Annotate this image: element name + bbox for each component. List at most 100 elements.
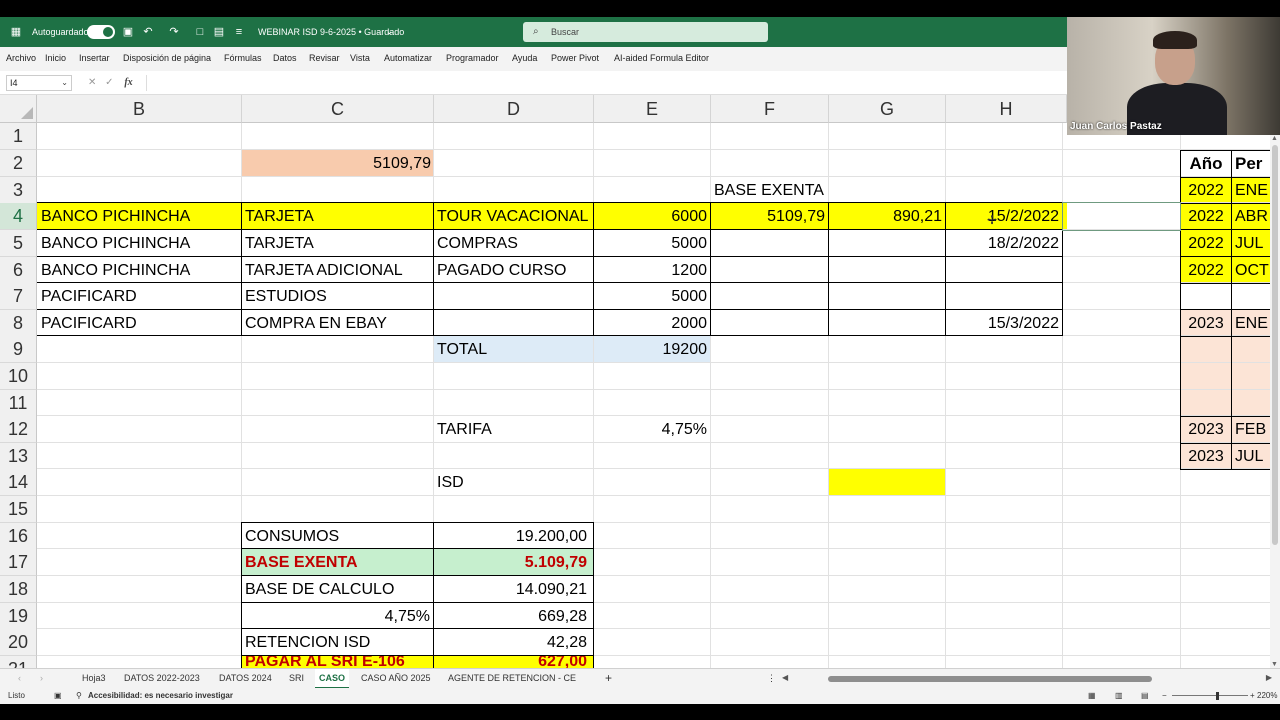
column-header-d[interactable]: D xyxy=(434,95,594,123)
row-header[interactable]: 12 xyxy=(0,416,37,443)
menu-programador[interactable]: Programador xyxy=(446,47,499,71)
side-period[interactable]: ENE xyxy=(1232,310,1270,337)
cell-d12[interactable]: TARIFA xyxy=(434,416,593,443)
row-header[interactable]: 2 xyxy=(0,150,37,177)
cell-d4[interactable]: TOUR VACACIONAL xyxy=(434,203,593,230)
picture-icon[interactable]: ▤ xyxy=(212,25,226,39)
cell-d14[interactable]: ISD xyxy=(434,469,593,496)
cell-g4[interactable]: 890,21 xyxy=(829,203,945,230)
accessibility-status[interactable]: Accesibilidad: es necesario investigar xyxy=(88,688,233,704)
name-box[interactable]: I4 ⌄ xyxy=(6,75,72,91)
cell-h5[interactable]: 18/2/2022 xyxy=(946,230,1062,257)
zoom-level[interactable]: 220% xyxy=(1257,688,1277,704)
cell-d19[interactable]: 669,28 xyxy=(434,603,593,630)
cell-c21[interactable]: PAGAR AL SRI E-106 xyxy=(242,656,433,668)
cell-c19[interactable]: 4,75% xyxy=(242,603,433,630)
cell-d9[interactable]: TOTAL xyxy=(434,336,593,363)
menu-vista[interactable]: Vista xyxy=(350,47,370,71)
cell-d20[interactable]: 42,28 xyxy=(434,629,593,656)
menu-inicio[interactable]: Inicio xyxy=(45,47,66,71)
cell-c20[interactable]: RETENCION ISD xyxy=(242,629,433,656)
next-sheet-icon[interactable]: › xyxy=(36,669,47,689)
column-header-h[interactable]: H xyxy=(946,95,1067,123)
scroll-down-icon[interactable]: ▼ xyxy=(1271,661,1278,668)
sheet-tab-agente-retencion[interactable]: AGENTE DE RETENCION - CE xyxy=(444,669,580,689)
side-period[interactable]: FEB xyxy=(1232,416,1270,443)
row-header[interactable]: 5 xyxy=(0,230,37,257)
sheet-tab-sri[interactable]: SRI xyxy=(285,669,308,689)
row-header[interactable]: 16 xyxy=(0,523,37,550)
row-header[interactable]: 19 xyxy=(0,603,37,630)
cell-b7[interactable]: PACIFICARD xyxy=(38,283,241,310)
cell-c6[interactable]: TARJETA ADICIONAL xyxy=(242,257,433,284)
zoom-out-icon[interactable]: − xyxy=(1162,688,1167,704)
sheet-tab-datos-2024[interactable]: DATOS 2024 xyxy=(215,669,276,689)
menu-datos[interactable]: Datos xyxy=(273,47,297,71)
side-year[interactable]: 2023 xyxy=(1181,443,1231,470)
menu-automatizar[interactable]: Automatizar xyxy=(384,47,432,71)
cancel-icon[interactable]: ✕ xyxy=(88,77,96,88)
row-header[interactable]: 13 xyxy=(0,443,37,470)
save-icon[interactable]: ▣ xyxy=(121,25,135,39)
horizontal-scroll-thumb[interactable] xyxy=(828,676,1152,682)
cell-d16[interactable]: 19.200,00 xyxy=(434,523,593,550)
cell-d21[interactable]: 627,00 xyxy=(434,656,593,668)
cell-h8[interactable]: 15/3/2022 xyxy=(946,310,1062,337)
sheet-tab-caso-ano-2025[interactable]: CASO AÑO 2025 xyxy=(357,669,435,689)
zoom-slider-knob[interactable] xyxy=(1216,692,1219,700)
cell-c2[interactable]: 5109,79 xyxy=(242,150,434,177)
cell-c17[interactable]: BASE EXENTA xyxy=(242,549,433,576)
chevron-down-icon[interactable]: ⌄ xyxy=(386,17,393,47)
scroll-left-icon[interactable]: ◀ xyxy=(782,673,788,682)
row-header[interactable]: 20 xyxy=(0,629,37,656)
cell-b4[interactable]: BANCO PICHINCHA xyxy=(38,203,241,230)
cell-e6[interactable]: 1200 xyxy=(594,257,710,284)
cell-c8[interactable]: COMPRA EN EBAY xyxy=(242,310,433,337)
redo-icon[interactable]: ↷ xyxy=(167,25,181,39)
side-year[interactable]: 2022 xyxy=(1181,257,1231,284)
side-period[interactable]: OCT xyxy=(1232,257,1270,284)
side-header-year[interactable]: Año xyxy=(1181,150,1231,177)
cell-b8[interactable]: PACIFICARD xyxy=(38,310,241,337)
cell-e8[interactable]: 2000 xyxy=(594,310,710,337)
accessibility-icon[interactable]: ⚲ xyxy=(76,688,82,704)
selected-cell-i4[interactable] xyxy=(1062,202,1181,231)
scroll-up-icon[interactable]: ▲ xyxy=(1271,135,1278,142)
cell-d6[interactable]: PAGADO CURSO xyxy=(434,257,593,284)
menu-revisar[interactable]: Revisar xyxy=(309,47,340,71)
new-document-icon[interactable]: □ xyxy=(193,25,207,39)
menu-ai-formula-editor[interactable]: AI-aided Formula Editor xyxy=(614,47,709,71)
side-year[interactable]: 2023 xyxy=(1181,416,1231,443)
sheet-tab-hoja3[interactable]: Hoja3 xyxy=(78,669,110,689)
row-header[interactable]: 1 xyxy=(0,123,37,150)
cell-e5[interactable]: 5000 xyxy=(594,230,710,257)
prev-sheet-icon[interactable]: ‹ xyxy=(14,669,25,689)
add-sheet-icon[interactable]: + xyxy=(601,669,616,689)
menu-formulas[interactable]: Fórmulas xyxy=(224,47,262,71)
spreadsheet-grid[interactable]: B C D E F G H 1 2 3 4 5 6 7 8 9 10 11 12… xyxy=(0,95,1270,668)
confirm-icon[interactable]: ✓ xyxy=(105,77,113,88)
column-header-b[interactable]: B xyxy=(37,95,242,123)
column-header-g[interactable]: G xyxy=(829,95,946,123)
page-layout-icon[interactable]: ▥ xyxy=(1115,688,1123,704)
side-year[interactable]: 2022 xyxy=(1181,230,1231,257)
zoom-in-icon[interactable]: + xyxy=(1250,688,1255,704)
row-header[interactable]: 10 xyxy=(0,363,37,390)
side-period[interactable]: JUL xyxy=(1232,230,1270,257)
cell-c4[interactable]: TARJETA xyxy=(242,203,433,230)
side-year[interactable]: 2022 xyxy=(1181,177,1231,204)
cell-b6[interactable]: BANCO PICHINCHA xyxy=(38,257,241,284)
normal-view-icon[interactable]: ▦ xyxy=(1088,688,1096,704)
search-box[interactable]: ⌕ Buscar xyxy=(523,22,768,42)
column-header-e[interactable]: E xyxy=(594,95,711,123)
horizontal-scrollbar[interactable]: ◀ ▶ xyxy=(782,673,1272,684)
menu-ayuda[interactable]: Ayuda xyxy=(512,47,537,71)
row-header[interactable]: 17 xyxy=(0,549,37,576)
vertical-scrollbar[interactable]: ▲ ▼ xyxy=(1270,135,1280,668)
row-header[interactable]: 8 xyxy=(0,310,37,337)
insert-function-icon[interactable]: fx xyxy=(124,77,132,88)
document-title[interactable]: WEBINAR ISD 9-6-2025 • Guardado xyxy=(258,17,404,47)
page-break-icon[interactable]: ▤ xyxy=(1141,688,1149,704)
menu-disposicion[interactable]: Disposición de página xyxy=(123,47,211,71)
cell-d17[interactable]: 5.109,79 xyxy=(434,549,593,576)
